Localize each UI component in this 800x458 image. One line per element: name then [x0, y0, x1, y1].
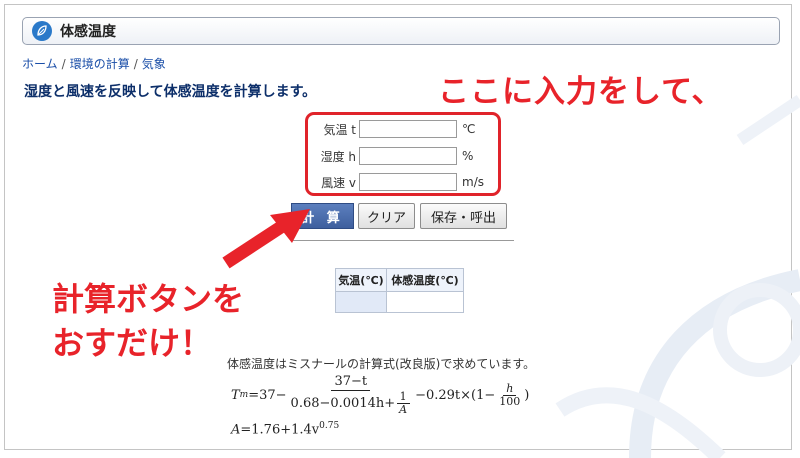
formula-note: 体感温度はミスナールの計算式(改良版)で求めています。	[227, 357, 536, 371]
breadcrumb-home[interactable]: ホーム	[22, 57, 58, 71]
eq1-close: )	[524, 387, 530, 403]
eq2-lhs: A	[231, 422, 241, 438]
result-cell-apparent	[386, 291, 464, 313]
page-title: 体感温度	[60, 24, 116, 40]
breadcrumb-weather[interactable]: 気象	[142, 57, 166, 71]
wind-unit: m/s	[462, 175, 484, 189]
eq1-inner-denominator: A	[399, 403, 408, 416]
form-row-humidity: 湿度 h %	[310, 145, 473, 167]
humidity-unit: %	[462, 149, 474, 163]
eq2-rhs: =1.76+1.4v	[240, 422, 320, 438]
eq1-fraction-2: h 100	[496, 382, 523, 408]
eq1-denominator-text: 0.68−0.0014h+	[290, 395, 396, 411]
wind-label: 風速 v	[321, 175, 356, 190]
temperature-input[interactable]	[359, 120, 457, 138]
eq1-fraction-2-numerator: h	[503, 382, 517, 396]
divider	[291, 240, 514, 241]
red-arrow-icon	[222, 209, 310, 269]
eq1-lhs-subscript: m	[239, 390, 249, 400]
eq1-part1: =37−	[248, 387, 287, 403]
eq1-fraction: 37−t 0.68−0.0014h+ 1 A	[288, 374, 415, 416]
eq1-tail: −0.29t×(1−	[415, 387, 496, 403]
result-header-apparent: 体感温度(℃)	[386, 268, 464, 292]
leaf-icon	[32, 21, 52, 41]
save-load-button[interactable]: 保存・呼出	[420, 203, 507, 229]
annotation-just-press: 計算ボタンを おすだけ！	[52, 277, 244, 365]
table-row	[335, 291, 464, 313]
breadcrumb-separator: /	[133, 57, 138, 71]
annotation-line-1: 計算ボタンを	[52, 280, 245, 318]
annotation-line-2: おすだけ！	[52, 324, 213, 362]
humidity-input[interactable]	[359, 147, 457, 165]
result-header-temperature: 気温(℃)	[335, 268, 387, 292]
breadcrumb-environment[interactable]: 環境の計算	[70, 57, 130, 71]
breadcrumb-separator: /	[61, 57, 66, 71]
eq2-exponent: 0.75	[319, 421, 340, 431]
result-table: 気温(℃) 体感温度(℃)	[335, 268, 464, 313]
eq1-fraction-numerator: 37−t	[331, 374, 371, 391]
form-row-temperature: 気温 t ℃	[310, 118, 475, 140]
eq1-lhs: T	[231, 387, 240, 403]
formula-equation-2: A=1.76+1.4v0.75	[231, 421, 339, 437]
result-cell-temperature	[335, 291, 387, 313]
clear-button[interactable]: クリア	[358, 203, 415, 229]
page-description: 湿度と風速を反映して体感温度を計算します。	[24, 84, 317, 100]
humidity-label: 湿度 h	[320, 149, 356, 164]
eq1-fraction-2-denominator: 100	[499, 394, 521, 408]
breadcrumb: ホーム / 環境の計算 / 気象	[22, 55, 166, 72]
title-bar: 体感温度	[22, 17, 780, 45]
eq1-inner-fraction: 1 A	[396, 391, 410, 416]
annotation-input-here: ここに入力をして、	[438, 74, 724, 110]
temperature-label: 気温 t	[323, 122, 356, 137]
eq1-fraction-denominator: 0.68−0.0014h+ 1 A	[288, 391, 415, 416]
form-row-wind: 風速 v m/s	[310, 171, 484, 193]
formula-equation-1: Tm =37− 37−t 0.68−0.0014h+ 1 A −0.29t×(1…	[231, 371, 529, 419]
temperature-unit: ℃	[462, 122, 476, 136]
wind-input[interactable]	[359, 173, 457, 191]
